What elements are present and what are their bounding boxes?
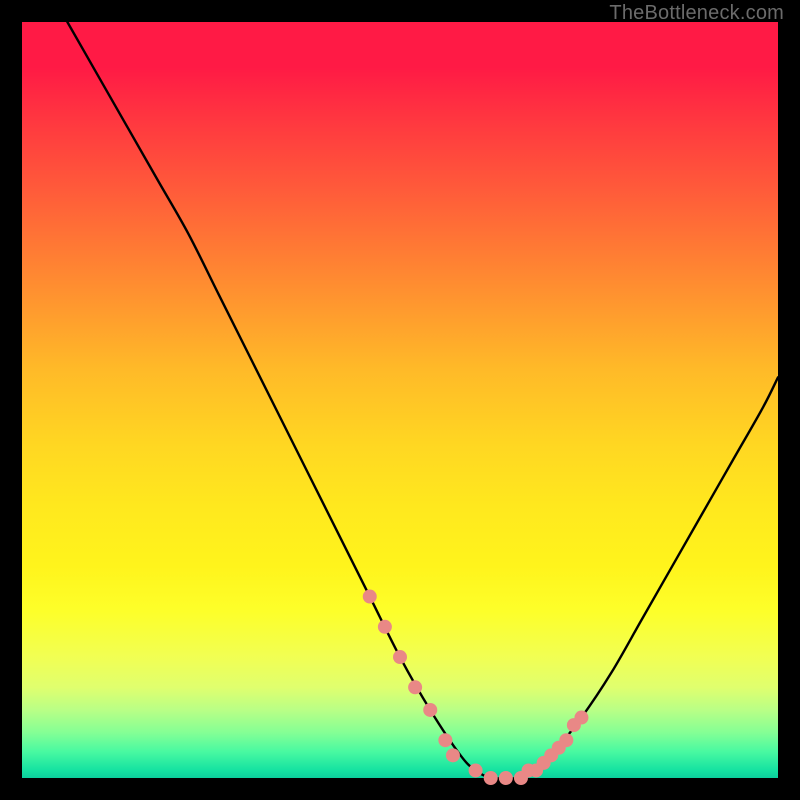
highlight-dots (363, 590, 589, 785)
highlight-dot (363, 590, 377, 604)
highlight-dot (408, 680, 422, 694)
highlight-dot (438, 733, 452, 747)
plot-area (22, 22, 778, 778)
highlight-dot (393, 650, 407, 664)
highlight-dot (499, 771, 513, 785)
watermark-text: TheBottleneck.com (609, 2, 784, 25)
chart-frame: TheBottleneck.com (0, 0, 800, 800)
highlight-dot (446, 748, 460, 762)
highlight-dot (484, 771, 498, 785)
highlight-dot (423, 703, 437, 717)
highlight-dot (378, 620, 392, 634)
highlight-dot (469, 763, 483, 777)
highlight-dot (559, 733, 573, 747)
highlight-dot (574, 711, 588, 725)
bottleneck-curve (67, 22, 778, 779)
curve-svg (22, 22, 778, 778)
